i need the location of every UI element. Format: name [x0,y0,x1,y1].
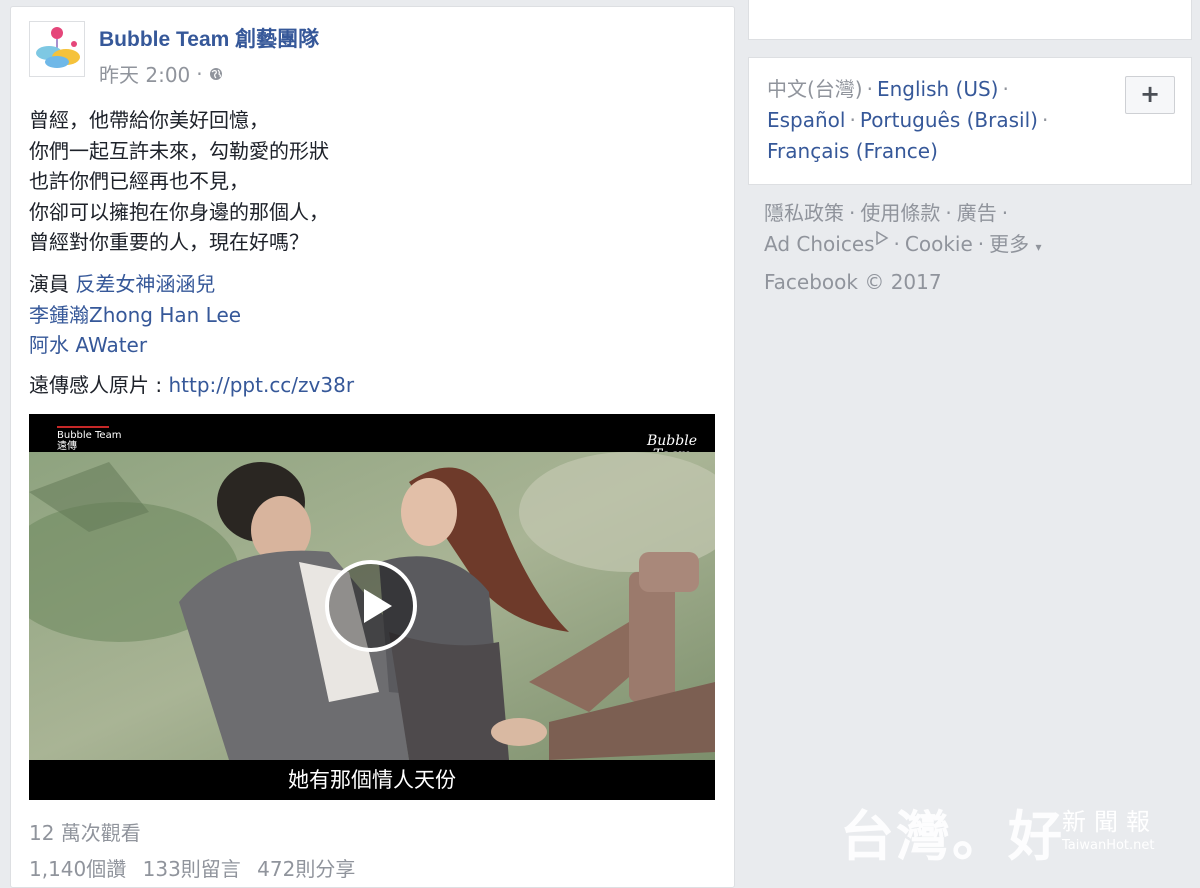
original-video-link[interactable]: http://ppt.cc/zv38r [168,373,354,397]
footer-links: 隱私政策 · 使用條款 · 廣告 · Ad Choices · Cookie · 更多 ▾ [764,201,1042,256]
post-meta: 昨天 2:00 · [99,59,223,88]
post-text-line: 曾經，他帶給你美好回憶， [29,108,269,132]
cast-list: 演員 反差女神涵涵兒 李鍾瀚Zhong Han Lee 阿水 AWater [29,269,241,361]
footer-link-terms[interactable]: 使用條款 [860,201,940,225]
sidebar-top-box [748,0,1192,40]
video-subtitle: 她有那個情人天份 [29,760,715,800]
footer-link-privacy[interactable]: 隱私政策 [764,201,844,225]
cast-link-zhong-han-lee[interactable]: 李鍾瀚Zhong Han Lee [29,303,241,327]
video-brand-left: Bubble Team 遠傳 [57,426,121,452]
ad-choices-icon[interactable] [875,230,889,246]
bubble-team-logo-icon [30,22,84,76]
footer-link-cookie[interactable]: Cookie [905,232,973,256]
language-es[interactable]: Español [767,108,845,132]
globe-icon[interactable] [209,67,223,81]
post-timestamp[interactable]: 昨天 2:00 [99,59,190,88]
post-text-line: 曾經對你重要的人，現在好嗎？ [29,230,309,254]
meta-separator: · [196,61,203,86]
watermark-subtitle: 新聞報 [1062,808,1158,836]
post-message: 曾經，他帶給你美好回憶， 你們一起互許未來，勾勒愛的形狀 也許你們已經再也不見，… [29,105,709,258]
footer-link-ads[interactable]: 廣告 [957,201,997,225]
cast-link-hanhan[interactable]: 反差女神涵涵兒 [75,272,215,296]
language-pt-br[interactable]: Português (Brasil) [860,108,1038,132]
chevron-down-icon[interactable]: ▾ [1036,240,1042,254]
page-avatar[interactable] [29,21,85,77]
original-label: 遠傳感人原片 : [29,373,169,397]
copyright: Facebook © 2017 [764,270,942,294]
language-box: 中文(台灣) · English (US) · Español · Português (… [748,57,1192,185]
video-player[interactable]: Bubble Team 遠傳 Bubble Team [29,414,715,800]
post-card: Bubble Team 創藝團隊 昨天 2:00 · 曾經，他帶給你美好回憶， … [10,6,735,888]
language-en-us[interactable]: English (US) [877,77,999,101]
view-count: 12 萬次觀看 [29,821,141,845]
likes-count[interactable]: 1,140個讚 [29,857,126,881]
post-text-line: 也許你們已經再也不見， [29,169,249,193]
news-watermark: 台灣。好 新聞報 TaiwanHot.net [840,792,1155,871]
shares-count[interactable]: 472則分享 [257,857,355,881]
language-fr[interactable]: Français (France) [767,139,938,163]
language-zh-tw: 中文(台灣) [767,77,863,101]
video-brand-left-sub: 遠傳 [57,441,77,452]
comments-count[interactable]: 133則留言 [143,857,241,881]
cast-link-awater[interactable]: 阿水 AWater [29,333,147,357]
language-list: 中文(台灣) · English (US) · Español · Português (… [767,77,1049,163]
cast-label: 演員 [29,272,69,296]
watermark-title: 台灣。好 [840,805,1064,868]
play-button[interactable] [325,560,417,652]
watermark-url: TaiwanHot.net [1062,838,1155,853]
original-video-line: 遠傳感人原片 : http://ppt.cc/zv38r [29,369,354,398]
add-language-button[interactable]: + [1125,76,1175,114]
page-name-link[interactable]: Bubble Team 創藝團隊 [99,23,319,53]
footer-link-ad-choices[interactable]: Ad Choices [764,232,875,256]
post-text-line: 你卻可以擁抱在你身邊的那個人， [29,199,329,224]
post-text-line: 你們一起互許未來，勾勒愛的形狀 [29,138,329,163]
video-brand-left-name: Bubble Team [57,430,122,441]
footer-link-more[interactable]: 更多 [989,232,1029,256]
